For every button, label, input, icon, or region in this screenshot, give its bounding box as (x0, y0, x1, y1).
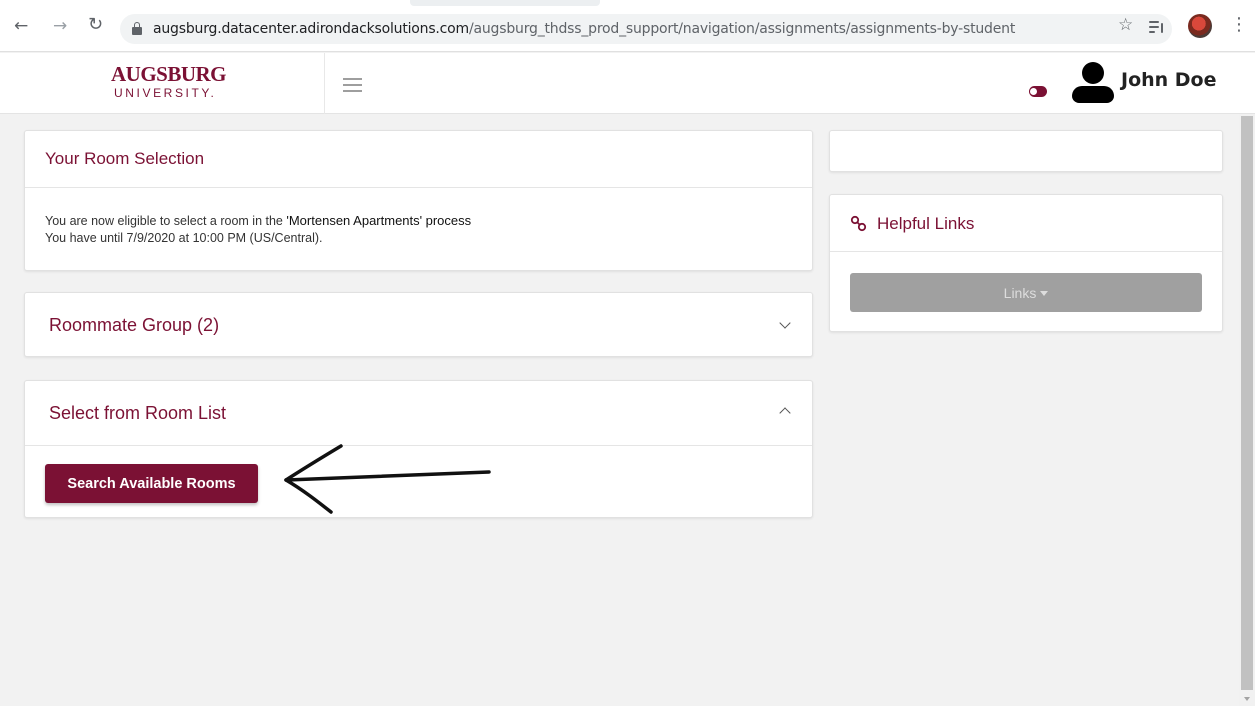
roommate-group-card[interactable]: Roommate Group (2) (24, 292, 813, 357)
helpful-links-title: Helpful Links (877, 214, 975, 233)
card-divider (25, 187, 812, 188)
theme-toggle[interactable] (1029, 86, 1047, 97)
media-queue-icon[interactable] (1149, 21, 1165, 33)
tab-strip (410, 0, 600, 6)
chevron-down-icon[interactable] (779, 317, 791, 329)
roommate-group-title[interactable]: Roommate Group (2) (49, 315, 219, 336)
link-icon (850, 215, 867, 232)
browser-toolbar: ← → ↻ augsburg.datacenter.adirondacksolu… (0, 0, 1255, 52)
university-logo[interactable]: AUGSBURG UNIVERSITY. (0, 53, 325, 114)
url-text[interactable]: augsburg.datacenter.adirondacksolutions.… (153, 21, 1015, 37)
card-divider (830, 251, 1222, 252)
room-list-title[interactable]: Select from Room List (49, 403, 226, 424)
arrow-annotation-icon (284, 444, 491, 514)
reload-icon[interactable]: ↻ (88, 16, 103, 34)
back-icon[interactable]: ← (14, 18, 28, 35)
links-button-label: Links (1003, 284, 1037, 301)
deadline-text: You have until 7/9/2020 at 10:00 PM (US/… (45, 231, 323, 245)
app-header: AUGSBURG UNIVERSITY. John Doe (0, 53, 1255, 114)
caret-down-icon (1040, 291, 1049, 297)
room-selection-card: Your Room Selection You are now eligible… (24, 130, 813, 271)
user-name[interactable]: John Doe (1121, 69, 1217, 91)
eligibility-text: You are now eligible to select a room in… (45, 213, 471, 228)
hamburger-icon[interactable] (343, 78, 362, 92)
kebab-icon[interactable]: ⋮ (1230, 16, 1248, 34)
star-icon[interactable]: ☆ (1118, 17, 1133, 34)
lock-icon (132, 22, 142, 35)
url-path: /augsburg_thdss_prod_support/navigation/… (468, 21, 1016, 37)
brand-sub: UNIVERSITY. (114, 86, 217, 100)
links-dropdown-button[interactable]: Links (850, 273, 1202, 312)
user-avatar-icon[interactable] (1072, 62, 1114, 106)
profile-avatar-icon[interactable] (1188, 14, 1212, 38)
search-available-rooms-button[interactable]: Search Available Rooms (45, 464, 258, 503)
scroll-down-icon[interactable] (1244, 697, 1250, 701)
url-host: augsburg.datacenter.adirondacksolutions.… (153, 21, 469, 37)
brand-name: AUGSBURG (111, 62, 227, 86)
helpful-links-card: Helpful Links Links (829, 194, 1223, 332)
forward-icon[interactable]: → (53, 18, 67, 35)
address-bar[interactable]: augsburg.datacenter.adirondacksolutions.… (120, 14, 1172, 44)
notice-card (829, 130, 1223, 172)
scrollbar-thumb[interactable] (1241, 116, 1253, 690)
eligibility-prefix: You are now eligible to select a room in… (45, 214, 283, 228)
room-selection-title: Your Room Selection (45, 149, 205, 168)
chevron-up-icon[interactable] (779, 407, 791, 419)
process-name: 'Mortensen Apartments' (286, 213, 423, 228)
eligibility-suffix: process (425, 213, 472, 228)
